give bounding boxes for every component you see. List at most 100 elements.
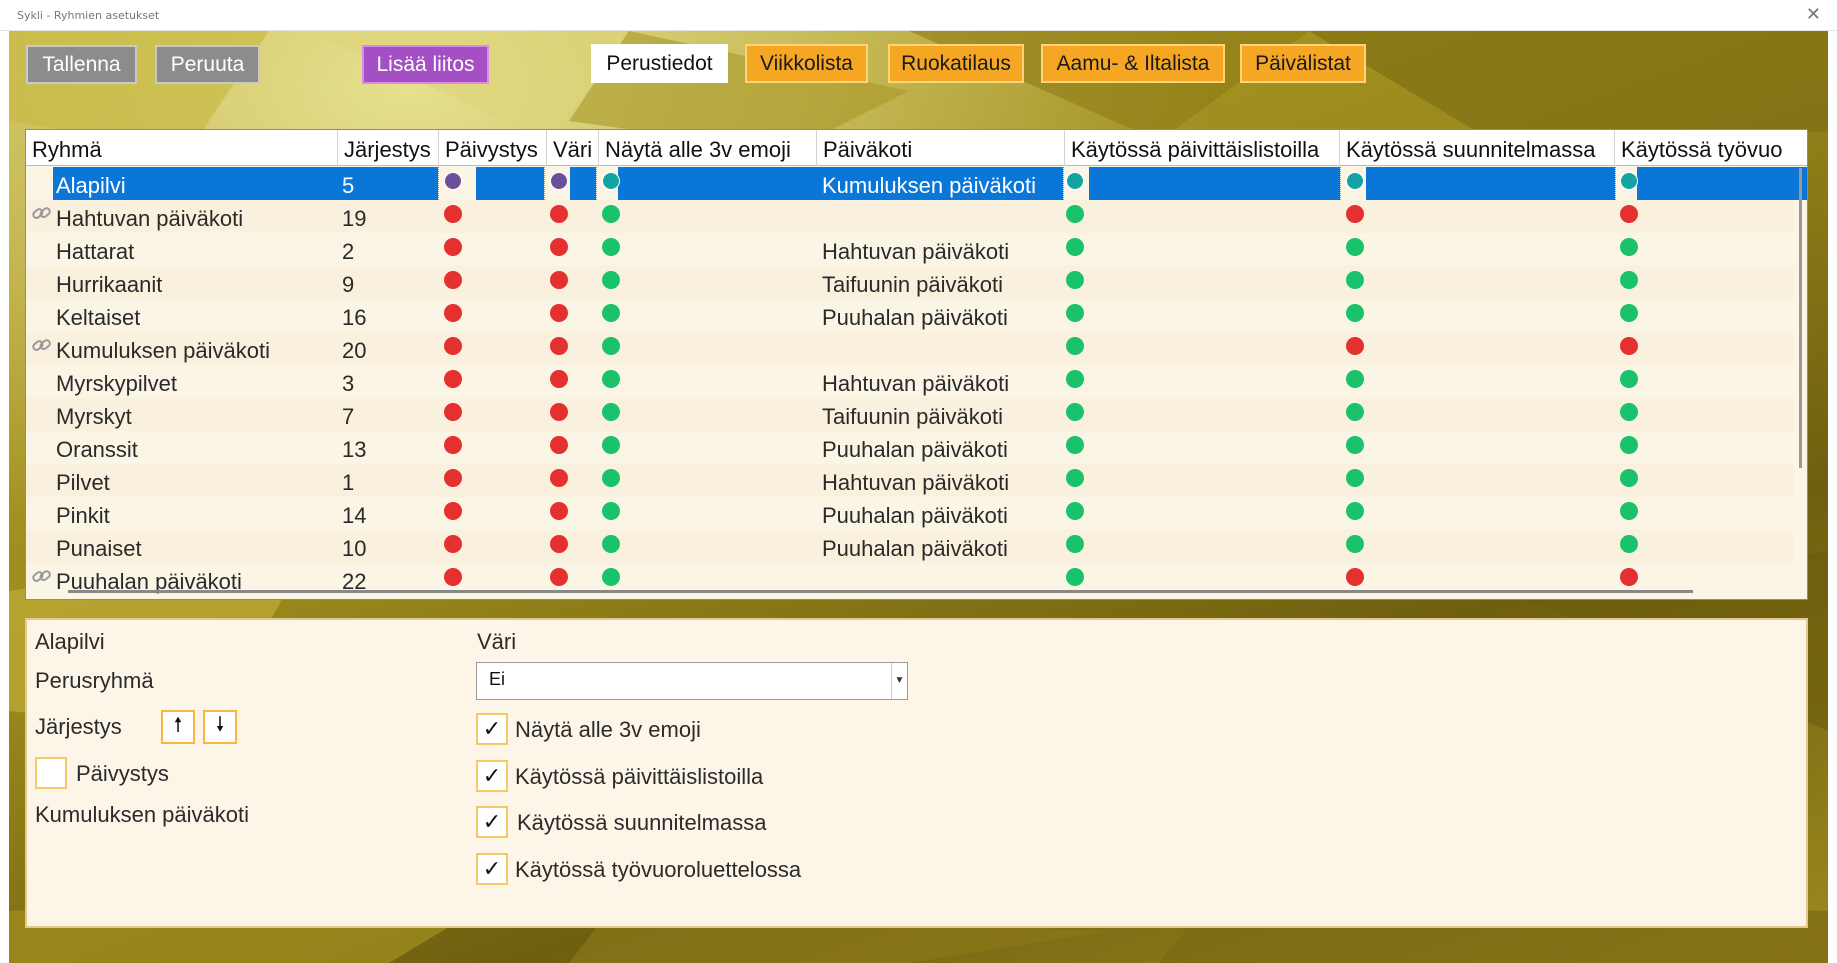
- link-icon: [32, 339, 51, 351]
- status-dot-duty: [444, 271, 462, 289]
- vertical-scrollbar[interactable]: [1799, 168, 1802, 468]
- group-name-cell: Hattarat: [56, 239, 135, 264]
- status-dot-daily: [1066, 271, 1084, 289]
- table-row[interactable]: Hahtuvan päiväkoti 19: [26, 200, 1793, 233]
- column-header-emoji[interactable]: Näytä alle 3v emoji: [599, 130, 817, 166]
- table-row[interactable]: Alapilvi 5 Kumuluksen päiväkoti: [26, 167, 1807, 200]
- status-dot-emoji: [602, 502, 620, 520]
- group-name-cell: Pilvet: [56, 470, 110, 495]
- table-row[interactable]: Oranssit 13 Puuhalan päiväkoti: [26, 431, 1793, 464]
- status-dot-daily: [1066, 238, 1084, 256]
- column-header-vari[interactable]: Väri: [547, 130, 599, 166]
- status-dot-emoji: [602, 535, 620, 553]
- column-header-paivystys[interactable]: Päivystys: [439, 130, 547, 166]
- order-cell: 10: [342, 536, 367, 561]
- plan-option-label: Käytössä suunnitelmassa: [517, 810, 767, 835]
- order-cell: 2: [342, 239, 355, 264]
- daycare-cell: Taifuunin päiväkoti: [822, 404, 1004, 429]
- table-row[interactable]: Hurrikaanit 9 Taifuunin päiväkoti: [26, 266, 1793, 299]
- move-up-button[interactable]: 🠕: [161, 710, 195, 744]
- tab-paivalistat[interactable]: Päivälistat: [1240, 44, 1366, 83]
- order-cell: 20: [342, 338, 367, 363]
- status-dot-plan: [1346, 172, 1364, 190]
- status-dot-daily: [1066, 337, 1084, 355]
- status-dot-duty: [444, 304, 462, 322]
- duty-checkbox[interactable]: [35, 757, 67, 789]
- column-header-suunnitelma[interactable]: Käytössä suunnitelmassa: [1340, 130, 1615, 166]
- status-dot-plan: [1346, 436, 1364, 454]
- horizontal-scrollbar[interactable]: [68, 590, 1693, 593]
- color-select[interactable]: Ei ▼: [476, 662, 908, 700]
- table-row[interactable]: Pinkit 14 Puuhalan päiväkoti: [26, 497, 1793, 530]
- daycare-cell: Puuhalan päiväkoti: [822, 305, 1008, 330]
- column-header-paivakoti[interactable]: Päiväkoti: [817, 130, 1065, 166]
- status-dot-shift: [1620, 337, 1638, 355]
- order-label: Järjestys: [35, 714, 122, 739]
- status-dot-duty: [444, 568, 462, 586]
- daycare-cell: Kumuluksen päiväkoti: [822, 173, 1037, 198]
- details-panel: [25, 618, 1808, 928]
- order-cell: 14: [342, 503, 367, 528]
- tab-aamu-iltalista[interactable]: Aamu- & Iltalista: [1041, 44, 1225, 83]
- order-cell: 7: [342, 404, 355, 429]
- table-row[interactable]: Hattarat 2 Hahtuvan päiväkoti: [26, 233, 1793, 266]
- status-dot-emoji: [602, 436, 620, 454]
- table-row[interactable]: Myrskypilvet 3 Hahtuvan päiväkoti: [26, 365, 1793, 398]
- daycare-cell: Puuhalan päiväkoti: [822, 503, 1008, 528]
- status-dot-daily: [1066, 205, 1084, 223]
- order-cell: 16: [342, 305, 367, 330]
- column-header-paivittaislistat[interactable]: Käytössä päivittäislistoilla: [1065, 130, 1340, 166]
- status-dot-shift: [1620, 403, 1638, 421]
- close-icon[interactable]: ✕: [1806, 4, 1821, 25]
- groups-grid[interactable]: Ryhmä Järjestys Päivystys Väri Näytä all…: [25, 129, 1808, 600]
- group-name-cell: Punaiset: [56, 536, 142, 561]
- tab-viikkolista[interactable]: Viikkolista: [745, 44, 868, 83]
- emoji-checkbox[interactable]: ✓: [476, 713, 508, 745]
- status-dot-shift: [1620, 238, 1638, 256]
- tab-perustiedot[interactable]: Perustiedot: [591, 44, 728, 83]
- base-group-label: Perusryhmä: [35, 668, 154, 693]
- table-row[interactable]: Punaiset 10 Puuhalan päiväkoti: [26, 530, 1793, 563]
- table-row[interactable]: Pilvet 1 Hahtuvan päiväkoti: [26, 464, 1793, 497]
- status-dot-emoji: [602, 304, 620, 322]
- status-dot-color: [550, 337, 568, 355]
- status-dot-daily: [1066, 535, 1084, 553]
- table-row[interactable]: Keltaiset 16 Puuhalan päiväkoti: [26, 299, 1793, 332]
- order-cell: 5: [342, 173, 355, 198]
- arrow-down-icon: 🠗: [215, 712, 225, 736]
- status-dot-emoji: [602, 568, 620, 586]
- daily-lists-checkbox[interactable]: ✓: [476, 760, 508, 792]
- cancel-button[interactable]: Peruuta: [155, 45, 260, 84]
- status-dot-shift: [1620, 469, 1638, 487]
- check-icon: ✓: [482, 716, 502, 742]
- save-button[interactable]: Tallenna: [26, 45, 137, 84]
- shift-list-checkbox[interactable]: ✓: [476, 853, 508, 885]
- table-row[interactable]: Kumuluksen päiväkoti 20: [26, 332, 1793, 365]
- daycare-label: Kumuluksen päiväkoti: [35, 802, 250, 827]
- tab-ruokatilaus[interactable]: Ruokatilaus: [888, 44, 1024, 83]
- status-dot-emoji: [602, 403, 620, 421]
- status-dot-color: [550, 238, 568, 256]
- status-dot-color: [550, 370, 568, 388]
- status-dot-daily: [1066, 568, 1084, 586]
- status-dot-daily: [1066, 469, 1084, 487]
- plan-checkbox[interactable]: ✓: [476, 806, 508, 838]
- chevron-down-icon[interactable]: ▼: [891, 663, 907, 699]
- status-dot-color: [550, 205, 568, 223]
- check-icon: ✓: [482, 809, 502, 835]
- group-name-cell: Alapilvi: [56, 173, 126, 198]
- status-dot-shift: [1620, 172, 1638, 190]
- column-header-tyovuoro[interactable]: Käytössä työvuo: [1615, 130, 1807, 166]
- daycare-cell: Hahtuvan päiväkoti: [822, 371, 1010, 396]
- move-down-button[interactable]: 🠗: [203, 710, 237, 744]
- status-dot-plan: [1346, 271, 1364, 289]
- status-dot-duty: [444, 337, 462, 355]
- column-header-jarjestys[interactable]: Järjestys: [338, 130, 439, 166]
- table-row[interactable]: Myrskyt 7 Taifuunin päiväkoti: [26, 398, 1793, 431]
- group-name-cell: Oranssit: [56, 437, 138, 462]
- status-dot-duty: [444, 238, 462, 256]
- status-dot-color: [550, 535, 568, 553]
- title-bar: Sykli - Ryhmien asetukset ✕: [0, 0, 1837, 31]
- add-link-button[interactable]: Lisää liitos: [362, 45, 489, 84]
- column-header-ryhma[interactable]: Ryhmä: [26, 130, 338, 166]
